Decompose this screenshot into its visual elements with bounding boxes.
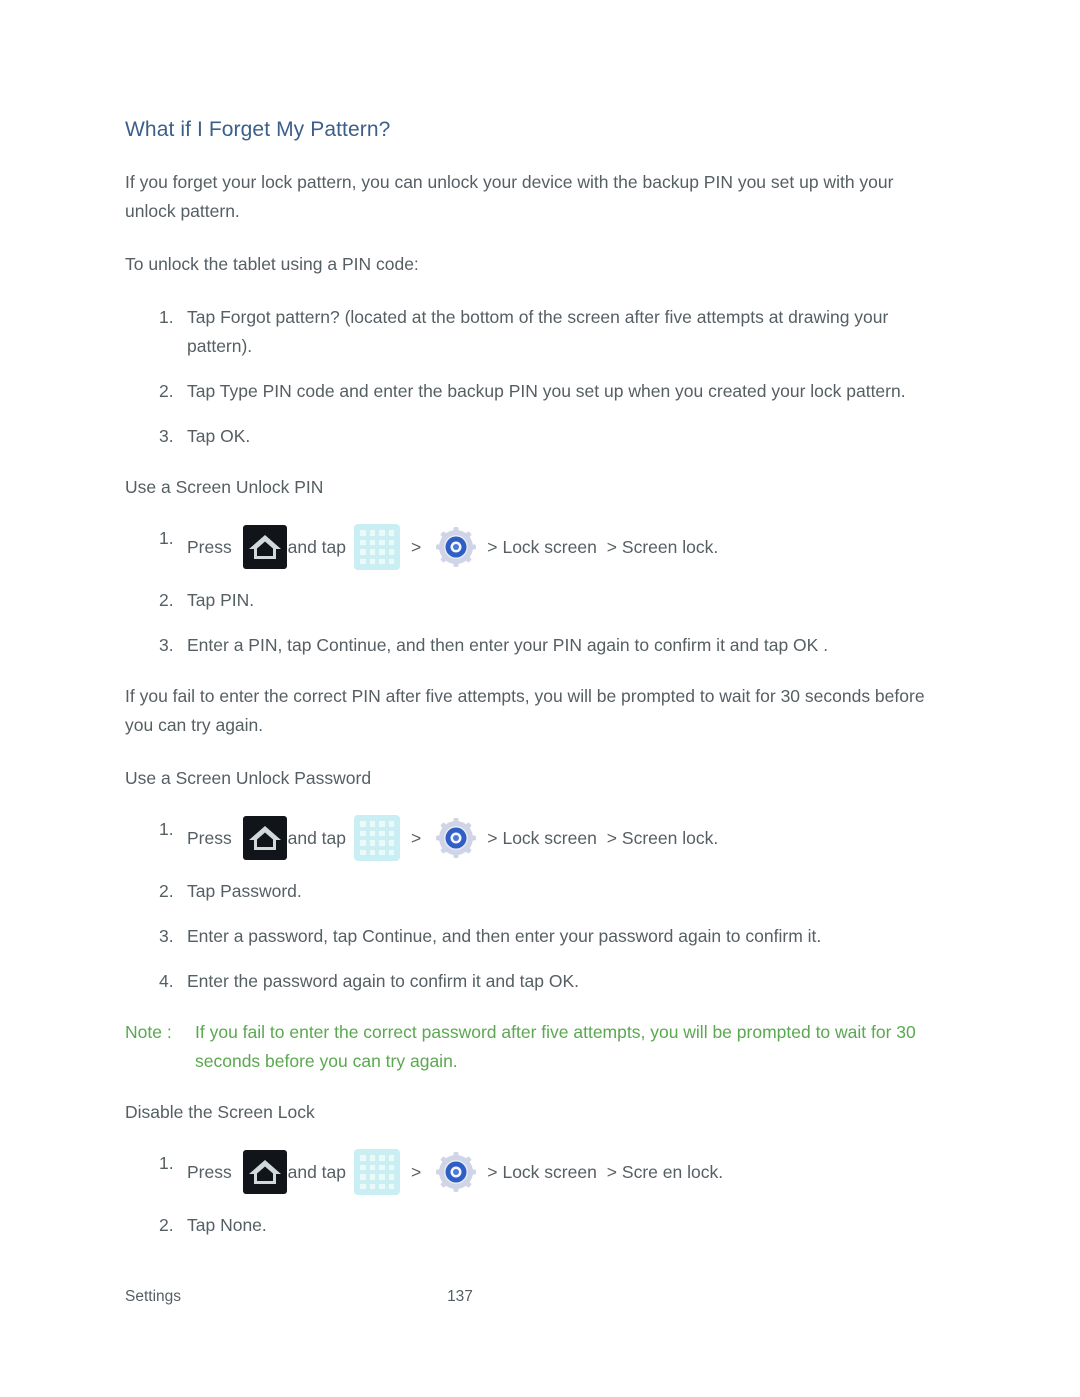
list-item: 4. Enter the password again to confirm i… <box>125 967 945 996</box>
page-footer: Settings 137 <box>125 1288 955 1314</box>
list-number: 4. <box>159 971 174 991</box>
list-item: 2. Tap PIN. <box>125 586 945 615</box>
settings-gear-icon <box>434 816 478 860</box>
list-item: 1. Press and tap <box>125 524 945 570</box>
home-icon <box>242 1150 287 1194</box>
note-label: Note : <box>125 1022 172 1042</box>
list-number: 2. <box>159 381 174 401</box>
screen-lock-label: Screen lock. <box>621 536 719 557</box>
screen-unlock-password-step-list: 1. Press and tap > > Lock screen > Scree… <box>125 815 945 996</box>
disable-screen-lock-step-list: 1. Press and tap > > Lock screen > Scre … <box>125 1149 945 1240</box>
list-item-text: Enter a password, tap Continue, and then… <box>187 926 822 946</box>
press-label: Press <box>187 827 237 848</box>
list-item-text: Enter the password again to confirm it a… <box>187 971 580 991</box>
and-tap-label: and tap <box>287 1161 346 1182</box>
list-item-text: Tap OK. <box>187 426 251 446</box>
list-item: 1. Press and tap <box>125 815 945 861</box>
lock-screen-label: Lock screen <box>502 1161 602 1182</box>
screen-lock-label: Screen lock. <box>621 827 719 848</box>
apps-grid-icon <box>354 524 400 570</box>
subheading-use-screen-unlock-pin: Use a Screen Unlock PIN <box>125 477 324 497</box>
screen-unlock-pin-step-list: 1. Press and tap > > Lock screen > Scree… <box>125 524 945 660</box>
pin-unlock-step-list: 1. Tap Forgot pattern? (located at the b… <box>125 303 945 451</box>
chevron-separator: > <box>487 827 498 848</box>
list-item-text: Tap Forgot pattern? (located at the bott… <box>187 307 889 356</box>
list-number: 1. <box>159 528 174 548</box>
apps-grid-icon <box>354 1149 400 1195</box>
press-label: Press <box>187 536 237 557</box>
list-number: 1. <box>159 307 174 327</box>
list-number: 3. <box>159 426 174 446</box>
chevron-separator: > <box>411 1161 422 1182</box>
chevron-separator: > <box>411 827 422 848</box>
page-title: What if I Forget My Pattern? <box>125 118 391 141</box>
list-number: 1. <box>159 1153 174 1173</box>
list-item-text: Tap Type PIN code and enter the backup P… <box>187 381 906 401</box>
footer-page-number: 137 <box>447 1288 473 1305</box>
list-item: 2. Tap Password. <box>125 877 945 906</box>
press-label: Press <box>187 1161 237 1182</box>
list-item: 1. Press and tap <box>125 1149 945 1195</box>
chevron-separator: > <box>411 536 422 557</box>
settings-gear-icon <box>434 1150 478 1194</box>
list-item: 2. Tap None. <box>125 1211 945 1240</box>
screen-lock-label: Scre en lock. <box>621 1161 724 1182</box>
list-number: 1. <box>159 819 174 839</box>
list-item-text: Tap None. <box>187 1215 267 1235</box>
and-tap-label: and tap <box>287 536 346 557</box>
list-number: 2. <box>159 590 174 610</box>
list-item-text: Tap Password. <box>187 881 302 901</box>
list-number: 3. <box>159 635 174 655</box>
home-icon <box>242 816 287 860</box>
list-number: 2. <box>159 1215 174 1235</box>
page-content: What if I Forget My Pattern? If you forg… <box>125 118 945 1262</box>
chevron-separator: > <box>606 827 617 848</box>
list-item: 3. Enter a PIN, tap Continue, and then e… <box>125 631 945 660</box>
intro-paragraph: If you forget your lock pattern, you can… <box>125 172 894 221</box>
and-tap-label: and tap <box>287 827 346 848</box>
list-item: 3. Tap OK. <box>125 422 945 451</box>
chevron-separator: > <box>487 1161 498 1182</box>
chevron-separator: > <box>606 536 617 557</box>
apps-grid-icon <box>354 815 400 861</box>
list-item: 2. Tap Type PIN code and enter the backu… <box>125 377 945 406</box>
list-item: 3. Enter a password, tap Continue, and t… <box>125 922 945 951</box>
chevron-separator: > <box>606 1161 617 1182</box>
subheading-use-screen-unlock-password: Use a Screen Unlock Password <box>125 768 372 788</box>
document-page: What if I Forget My Pattern? If you forg… <box>0 0 1080 1397</box>
chevron-separator: > <box>487 536 498 557</box>
lead-in-text: To unlock the tablet using a PIN code: <box>125 254 419 274</box>
note-text: If you fail to enter the correct passwor… <box>195 1022 916 1071</box>
list-item: 1. Tap Forgot pattern? (located at the b… <box>125 303 945 361</box>
list-item-text: Enter a PIN, tap Continue, and then ente… <box>187 635 829 655</box>
settings-gear-icon <box>434 525 478 569</box>
pin-failure-paragraph: If you fail to enter the correct PIN aft… <box>125 686 925 735</box>
lock-screen-label: Lock screen <box>502 536 602 557</box>
lock-screen-label: Lock screen <box>502 827 602 848</box>
list-number: 2. <box>159 881 174 901</box>
list-item-text: Tap PIN. <box>187 590 255 610</box>
list-number: 3. <box>159 926 174 946</box>
home-icon <box>242 525 287 569</box>
note-callout: Note : If you fail to enter the correct … <box>125 1018 945 1076</box>
subheading-disable-screen-lock: Disable the Screen Lock <box>125 1102 315 1122</box>
